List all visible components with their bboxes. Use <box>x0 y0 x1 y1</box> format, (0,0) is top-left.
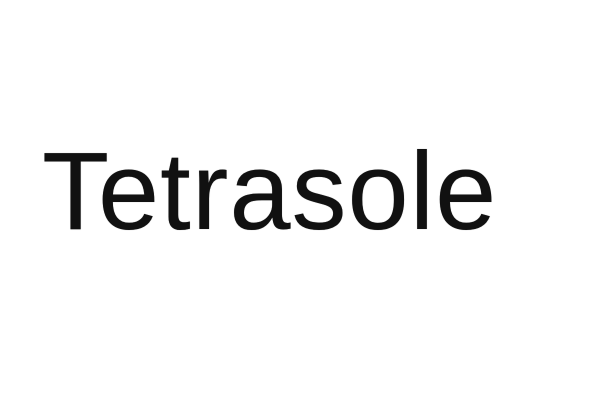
page-canvas: Tetrasole <box>0 0 600 400</box>
wordmark-text: Tetrasole <box>42 130 498 253</box>
